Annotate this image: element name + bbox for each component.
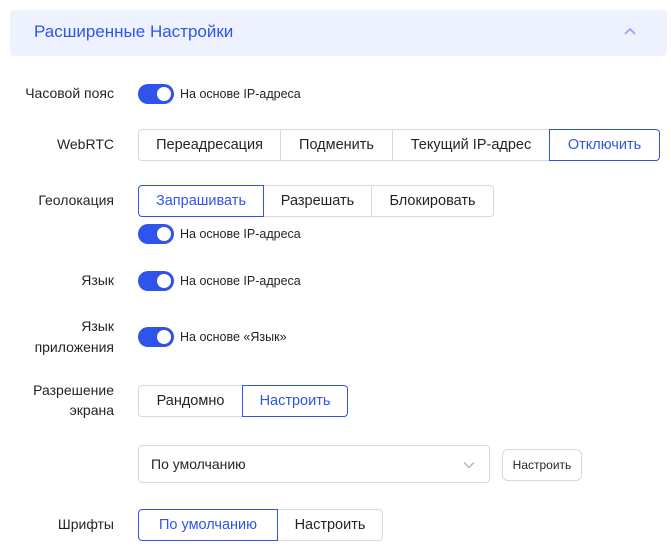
resolution-option-custom[interactable]: Настроить — [242, 385, 348, 417]
fonts-option-default[interactable]: По умолчанию — [138, 509, 278, 541]
webrtc-option-spoof[interactable]: Подменить — [280, 129, 393, 161]
resolution-option-random[interactable]: Рандомно — [138, 385, 243, 417]
timezone-toggle[interactable] — [138, 84, 174, 104]
resolution-select[interactable]: По умолчанию — [138, 445, 490, 483]
resolution-options: Рандомно Настроить — [138, 385, 348, 417]
toggle-knob — [157, 87, 171, 101]
language-label: Язык — [81, 272, 114, 288]
language-toggle-label: На основе IP-адреса — [180, 274, 301, 288]
fonts-option-custom[interactable]: Настроить — [277, 509, 383, 541]
toggle-knob — [157, 330, 171, 344]
webrtc-option-real-ip[interactable]: Текущий IP-адрес — [392, 129, 550, 161]
webrtc-options: Переадресация Подменить Текущий IP-адрес… — [138, 129, 660, 161]
timezone-label: Часовой пояс — [25, 85, 114, 101]
chevron-down-icon — [463, 462, 475, 469]
app-language-label-line1: Язык — [81, 318, 114, 334]
app-language-toggle-label: На основе «Язык» — [180, 330, 287, 344]
webrtc-option-forward[interactable]: Переадресация — [138, 129, 281, 161]
geolocation-toggle[interactable] — [138, 224, 174, 244]
chevron-up-icon[interactable] — [623, 26, 637, 36]
geolocation-option-allow[interactable]: Разрешать — [263, 185, 372, 217]
webrtc-label: WebRTC — [56, 136, 114, 152]
timezone-toggle-label: На основе IP-адреса — [180, 87, 301, 101]
app-language-label-line2: приложения — [34, 339, 114, 355]
resolution-label-line1: Разрешение — [33, 382, 114, 398]
advanced-settings-header[interactable]: Расширенные Настройки — [10, 10, 667, 56]
geolocation-toggle-label: На основе IP-адреса — [180, 227, 301, 241]
geolocation-option-block[interactable]: Блокировать — [371, 185, 494, 217]
fonts-options: По умолчанию Настроить — [138, 509, 383, 541]
app-language-toggle[interactable] — [138, 327, 174, 347]
geolocation-option-ask[interactable]: Запрашивать — [138, 185, 264, 217]
resolution-configure-button[interactable]: Настроить — [502, 449, 582, 481]
fonts-label: Шрифты — [57, 516, 114, 532]
webrtc-option-disable[interactable]: Отключить — [549, 129, 660, 161]
toggle-knob — [157, 227, 171, 241]
resolution-label-line2: экрана — [69, 402, 114, 418]
resolution-select-value: По умолчанию — [151, 456, 246, 472]
toggle-knob — [157, 274, 171, 288]
language-toggle[interactable] — [138, 271, 174, 291]
geolocation-options: Запрашивать Разрешать Блокировать — [138, 185, 494, 217]
section-title: Расширенные Настройки — [34, 22, 234, 41]
geolocation-label: Геолокация — [38, 192, 114, 208]
